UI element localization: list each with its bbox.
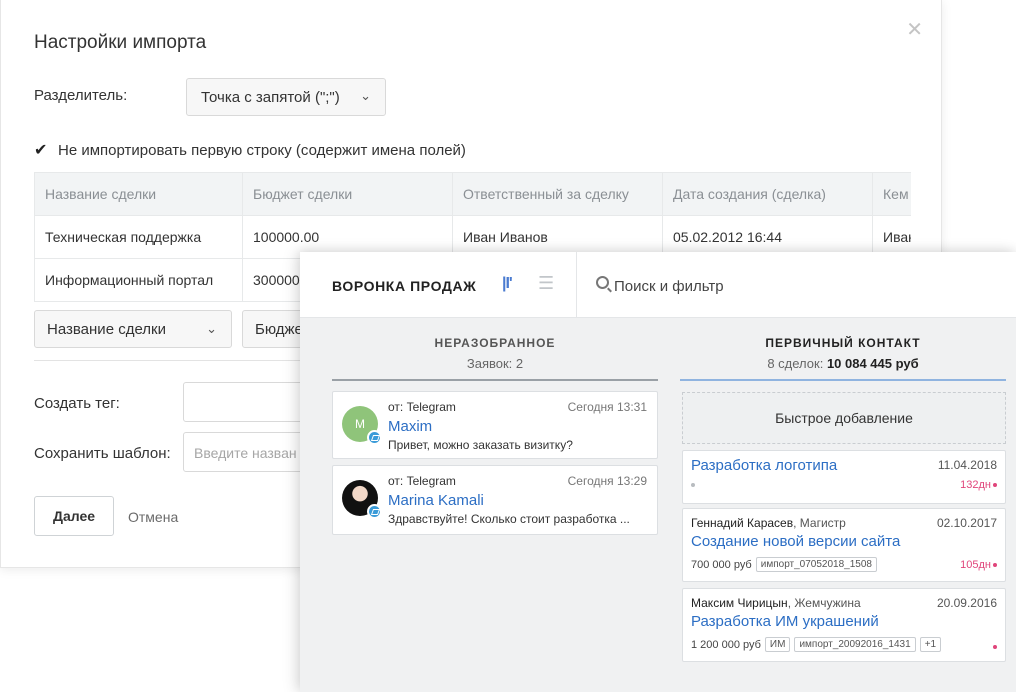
status-dot	[993, 483, 997, 488]
lead-message: Здравствуйте! Сколько стоит разработка .…	[388, 512, 630, 526]
column-accent-line	[680, 379, 1006, 381]
telegram-icon	[367, 430, 382, 445]
deal-date: 02.10.2017	[936, 516, 997, 530]
checkmark-icon: ✔	[34, 142, 48, 159]
quick-add-button[interactable]: Быстрое добавление	[682, 392, 1006, 444]
search-filter-input[interactable]: Поиск и фильтр	[614, 278, 724, 295]
column-header-unsorted: НЕРАЗОБРАННОЕ Заявок: 2	[332, 336, 658, 371]
deal-meta: 1 200 000 руб ИМ импорт_20092016_1431 +1	[691, 637, 942, 652]
field-map-value: Название сделки	[47, 321, 166, 338]
status-dot	[993, 645, 997, 650]
sales-pipeline-panel: ВОРОНКА ПРОДАЖ |I' ☰ Поиск и фильтр НЕРА…	[300, 252, 1016, 692]
deal-date: 11.04.2018	[937, 458, 997, 472]
deal-price: 1 200 000 руб	[691, 638, 761, 651]
deal-tag-more[interactable]: +1	[919, 637, 942, 652]
next-button[interactable]: Далее	[34, 496, 114, 536]
column-accent-line	[332, 379, 658, 381]
deal-card[interactable]: Максим Чирицын, Жемчужина 20.09.2016 Раз…	[682, 588, 1006, 662]
deal-contact: Максим Чирицын, Жемчужина	[691, 596, 861, 610]
deal-tag[interactable]: ИМ	[764, 637, 791, 652]
skip-first-row-checkbox[interactable]: ✔ Не импортировать первую строку (содерж…	[34, 140, 466, 160]
close-icon[interactable]: ✕	[906, 20, 923, 40]
column-count: 8 сделок: 10 084 445 руб	[680, 356, 1006, 371]
lead-name[interactable]: Maxim	[388, 418, 432, 435]
divider	[34, 360, 334, 361]
lead-source: от: Telegram	[388, 474, 456, 488]
deal-title[interactable]: Разработка ИМ украшений	[691, 613, 879, 630]
deal-title[interactable]: Создание новой версии сайта	[691, 533, 900, 550]
deal-age	[991, 641, 997, 653]
contact-name[interactable]: Максим Чирицын	[691, 596, 788, 610]
create-tag-label: Создать тег:	[34, 395, 120, 412]
table-header-cell: Ответственный за сделку	[452, 172, 663, 216]
company-name: , Магистр	[793, 516, 846, 530]
field-map-select-deal-name[interactable]: Название сделки ⌄	[34, 310, 232, 348]
column-name: ПЕРВИЧНЫЙ КОНТАКТ	[765, 336, 921, 350]
deal-meta: 700 000 руб импорт_07052018_1508	[691, 557, 877, 572]
telegram-icon	[367, 504, 382, 519]
deal-total: 10 084 445 руб	[826, 356, 919, 371]
deal-card[interactable]: Геннадий Карасев, Магистр 02.10.2017 Соз…	[682, 508, 1006, 582]
column-header-first-contact: ПЕРВИЧНЫЙ КОНТАКТ 8 сделок: 10 084 445 р…	[680, 336, 1006, 371]
chevron-down-icon: ⌄	[360, 88, 371, 103]
deal-age-value: 105дн	[960, 559, 991, 571]
deal-date: 20.09.2016	[936, 596, 997, 610]
separator-value: Точка с запятой (";")	[201, 89, 340, 106]
table-cell: Техническая поддержка	[34, 215, 243, 259]
lead-name[interactable]: Marina Kamali	[388, 492, 484, 509]
lead-message: Привет, можно заказать визитку?	[388, 438, 573, 452]
company-name: , Жемчужина	[787, 596, 861, 610]
table-header-cell: Бюджет сделки	[242, 172, 453, 216]
deal-price: 700 000 руб	[691, 558, 752, 571]
separator-label: Разделитель:	[34, 87, 128, 104]
separator-select[interactable]: Точка с запятой (";") ⌄	[186, 78, 386, 116]
save-template-label: Сохранить шаблон:	[34, 445, 171, 462]
chevron-down-icon: ⌄	[206, 321, 217, 336]
skip-first-row-label: Не импортировать первую строку (содержит…	[58, 141, 466, 159]
table-header-cell: Кем	[872, 172, 911, 216]
lead-time: Сегодня 13:29	[567, 474, 647, 488]
table-header-cell: Название сделки	[34, 172, 243, 216]
search-icon[interactable]	[596, 276, 609, 289]
deal-age: 132дн	[960, 479, 997, 491]
template-placeholder: Введите назван	[194, 445, 297, 461]
kanban-view-icon[interactable]: |I'	[502, 275, 513, 293]
contact-name[interactable]: Геннадий Карасев	[691, 516, 793, 530]
deal-count: 8 сделок:	[767, 356, 827, 371]
table-header-row: Название сделки Бюджет сделки Ответствен…	[34, 172, 911, 216]
table-header-cell: Дата создания (сделка)	[662, 172, 873, 216]
pipeline-header: ВОРОНКА ПРОДАЖ |I' ☰ Поиск и фильтр	[300, 252, 1016, 318]
deal-contact: Геннадий Карасев, Магистр	[691, 516, 846, 530]
table-cell: Информационный портал	[34, 258, 243, 302]
lead-time: Сегодня 13:31	[567, 400, 647, 414]
header-divider	[576, 252, 577, 318]
deal-age: 105дн	[960, 559, 997, 571]
modal-title: Настройки импорта	[34, 32, 207, 53]
pipeline-title: ВОРОНКА ПРОДАЖ	[332, 278, 477, 294]
lead-card[interactable]: M от: Telegram Сегодня 13:31 Maxim Приве…	[332, 391, 658, 459]
lead-card[interactable]: от: Telegram Сегодня 13:29 Marina Kamali…	[332, 465, 658, 535]
deal-tag[interactable]: импорт_20092016_1431	[794, 637, 916, 652]
column-count: Заявок: 2	[466, 356, 524, 371]
deal-title[interactable]: Разработка логотипа	[691, 457, 837, 474]
lead-source: от: Telegram	[388, 400, 456, 414]
deal-card[interactable]: Разработка логотипа 11.04.2018 132дн	[682, 450, 1006, 504]
status-dot	[993, 563, 997, 568]
deal-tag[interactable]: импорт_07052018_1508	[755, 557, 877, 572]
deal-age-value: 132дн	[960, 479, 991, 491]
cancel-button[interactable]: Отмена	[128, 509, 178, 525]
status-dot	[691, 483, 695, 487]
column-name: НЕРАЗОБРАННОЕ	[434, 336, 556, 350]
list-view-icon[interactable]: ☰	[538, 273, 554, 294]
